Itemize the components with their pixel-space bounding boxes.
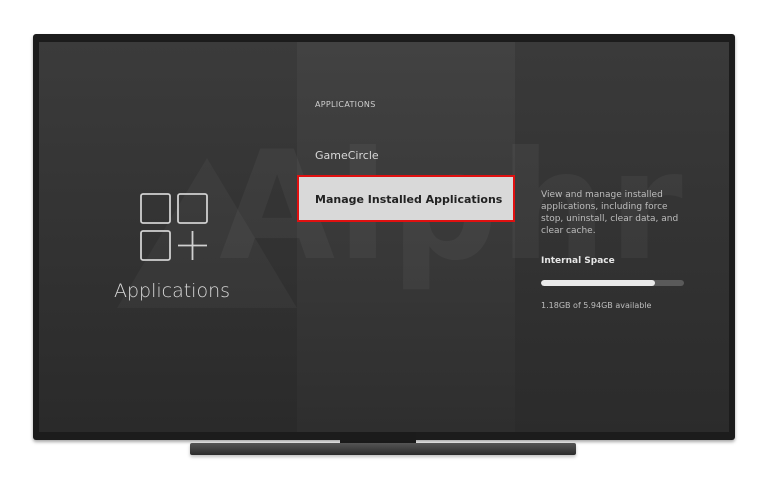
menu-item-label: Manage Installed Applications — [315, 193, 503, 206]
applications-grid-plus-icon — [140, 193, 208, 261]
page-title: Applications — [113, 280, 231, 302]
storage-progress-bar — [541, 280, 684, 286]
tv-screen: Alphr Applications APPLICATIONS GameCirc… — [39, 42, 729, 432]
storage-title: Internal Space — [541, 256, 615, 266]
tv-frame: Alphr Applications APPLICATIONS GameCirc… — [33, 34, 735, 440]
storage-available-text: 1.18GB of 5.94GB available — [541, 301, 652, 310]
menu-item-manage-installed-applications[interactable]: Manage Installed Applications — [297, 175, 515, 222]
details-panel — [515, 42, 729, 432]
menu-item-gamecircle[interactable]: GameCircle — [315, 149, 379, 162]
item-description: View and manage installed applications, … — [541, 190, 679, 236]
menu-section-header: APPLICATIONS — [315, 100, 376, 109]
storage-progress-fill — [541, 280, 656, 286]
tv-stand-base — [190, 443, 576, 455]
